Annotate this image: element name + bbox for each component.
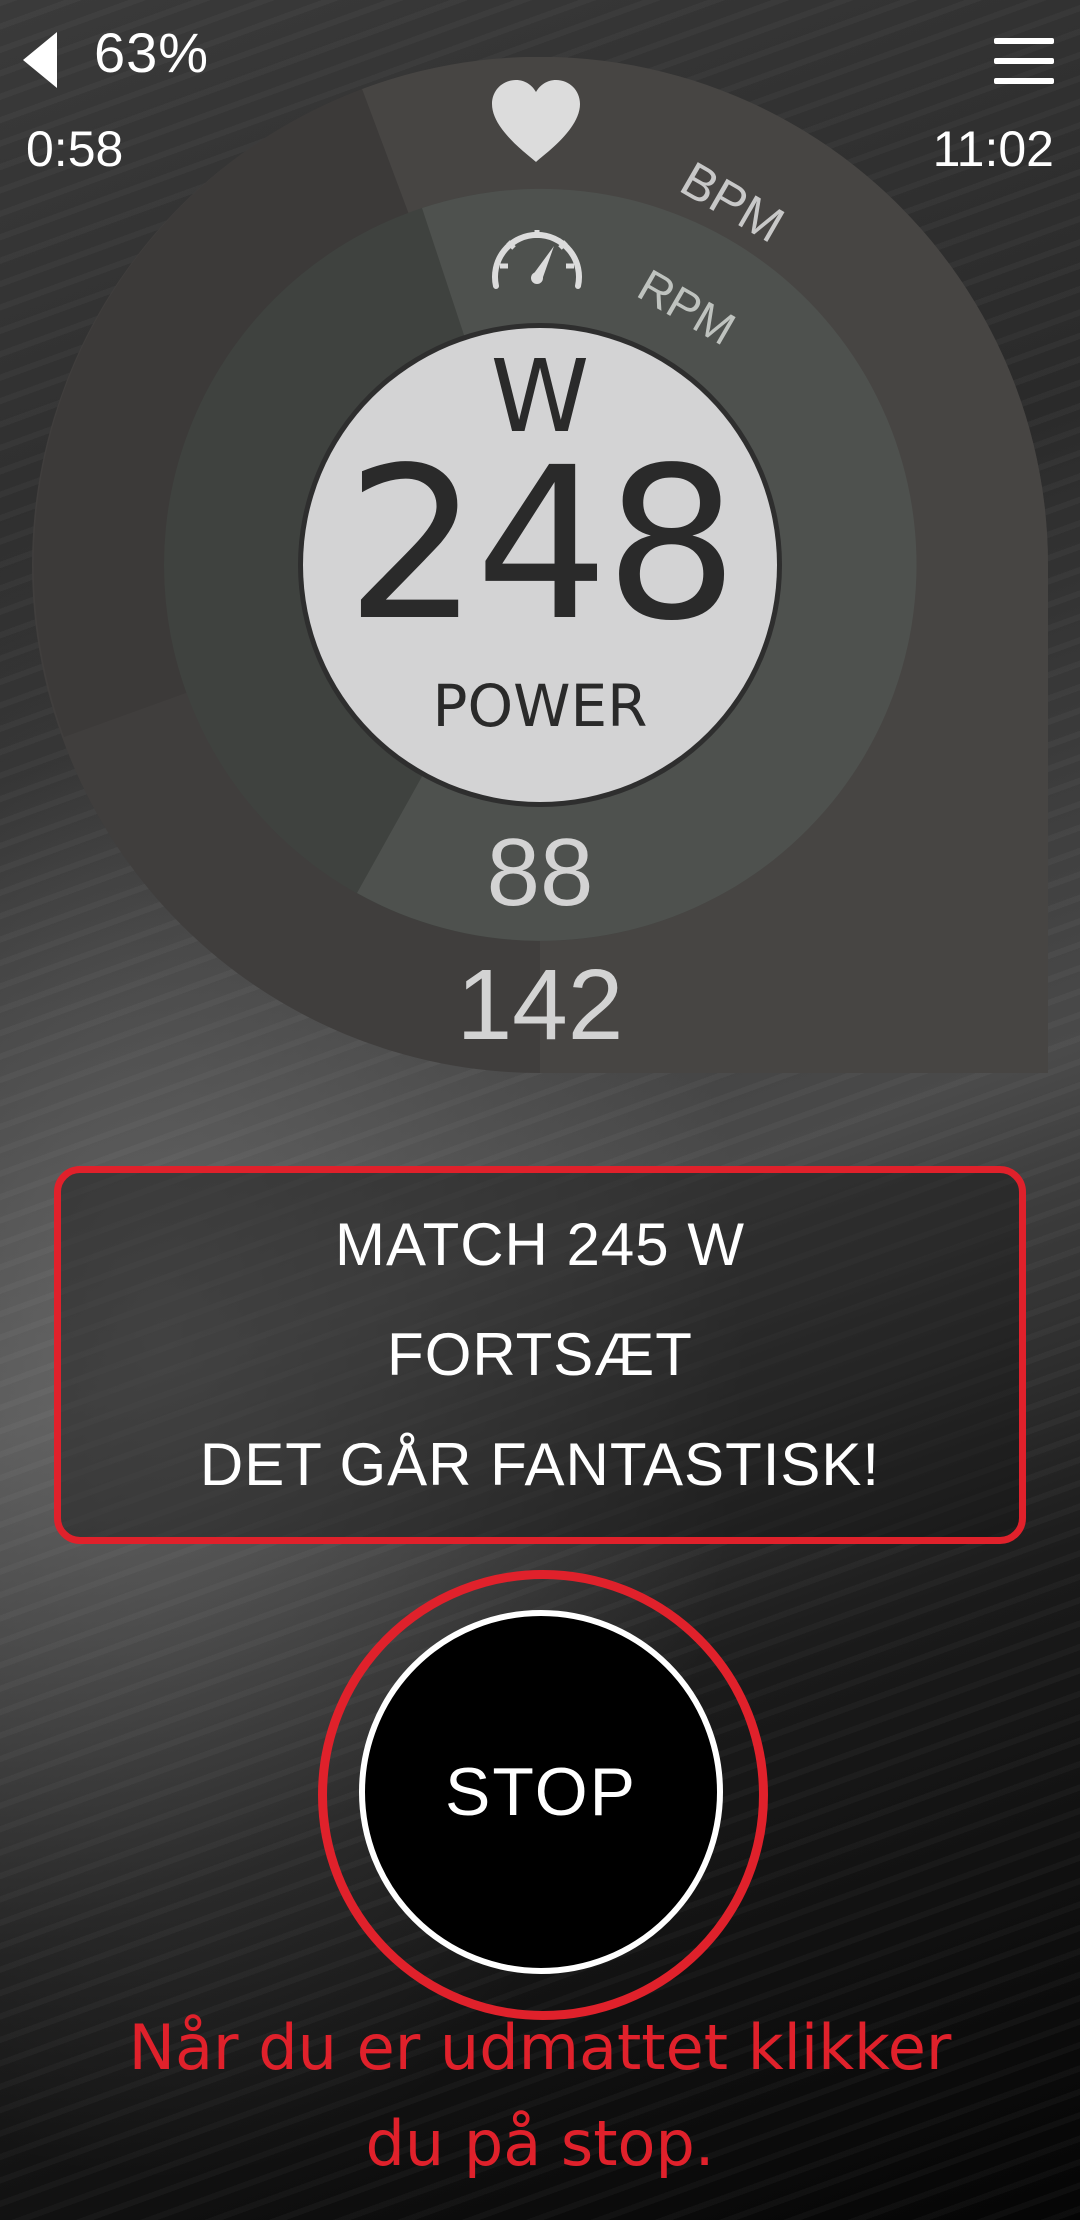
stop-button[interactable]: STOP — [359, 1610, 723, 1974]
hamburger-icon-bar — [994, 38, 1054, 44]
message-line-instruction: FORTSÆT — [387, 1321, 693, 1388]
power-label: POWER — [432, 672, 648, 740]
heart-icon — [492, 80, 580, 162]
message-line-target: MATCH 245 W — [335, 1211, 745, 1278]
stop-button-label: STOP — [445, 1754, 637, 1830]
message-line-encouragement: DET GÅR FANTASTISK! — [199, 1431, 881, 1498]
speedometer-icon — [492, 230, 582, 289]
rpm-value: 88 — [486, 819, 594, 926]
bpm-value: 142 — [456, 949, 624, 1061]
coaching-message-box: MATCH 245 W FORTSÆT DET GÅR FANTASTISK! — [54, 1166, 1026, 1544]
stop-hint-line-2: du på stop. — [365, 2107, 715, 2180]
power-value: 248 — [345, 422, 739, 667]
stop-hint-line-1: Når du er udmattet klikker — [128, 2011, 952, 2084]
stop-hint: Når du er udmattet klikker du på stop. — [0, 2000, 1080, 2192]
